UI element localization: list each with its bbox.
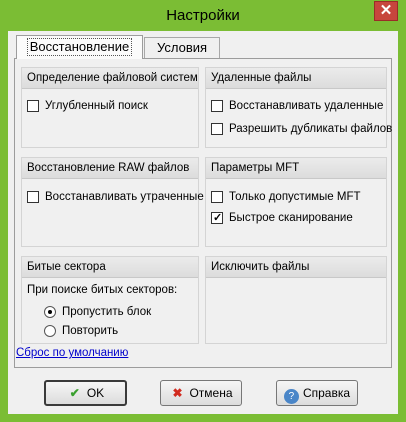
checkbox-box[interactable] [27,191,39,203]
checkbox-label: Быстрое сканирование [229,212,353,224]
group-filesystem: Определение файловой системы Углубленный… [21,67,199,148]
close-icon: ✕ [379,2,393,19]
group-raw-title: Восстановление RAW файлов [22,158,198,179]
reset-defaults-link[interactable]: Сброс по умолчанию [16,347,128,359]
help-button[interactable]: ? Справка [276,380,358,406]
help-button-label: Справка [302,386,351,400]
group-mft-title: Параметры MFT [206,158,386,179]
group-exclude-title: Исключить файлы [206,257,386,278]
recovery-tab-panel: Определение файловой системы Углубленный… [14,58,392,368]
checkmark-icon: ✔ [69,386,80,400]
cross-icon: ✖ [172,386,183,400]
settings-window: Настройки ✕ Восстановление Условия Опред… [0,0,406,422]
tab-conditions-label: Условия [156,40,208,55]
checkbox-label: Восстанавливать утраченные [45,191,204,203]
radio-label: Пропустить блок [62,306,152,318]
checkbox-box[interactable] [211,100,223,112]
tab-recovery-label: Восстановление [26,38,133,56]
cancel-button[interactable]: ✖ Отмена [160,380,242,406]
title-bar[interactable]: Настройки ✕ [0,0,406,32]
checkbox-box[interactable] [27,100,39,112]
cancel-button-label: Отмена [189,386,233,400]
ok-button-label: OK [86,386,105,400]
radio-selected-icon[interactable] [44,306,56,318]
group-deleted-files: Удаленные файлы Восстанавливать удаленны… [205,67,392,148]
tab-conditions[interactable]: Условия [144,37,220,58]
bad-sectors-prompt: При поиске битых секторов: [27,284,178,296]
group-bad-title: Битые сектора [22,257,198,278]
checkbox-box[interactable] [211,191,223,203]
group-raw-recovery: Восстановление RAW файлов Восстанавливат… [21,157,204,247]
close-button[interactable]: ✕ [374,1,398,21]
checkbox-label: Разрешить дубликаты файлов [229,123,393,135]
checkmark-icon[interactable] [211,210,223,226]
group-mft-params: Параметры MFT Только допустимые MFT Быст… [205,157,387,247]
checkbox-label: Восстанавливать удаленные [229,100,384,112]
group-exclude-files: Исключить файлы [205,256,387,344]
checkbox-label: Углубленный поиск [45,100,148,112]
window-title: Настройки [166,7,240,24]
group-deleted-title: Удаленные файлы [206,68,386,89]
tab-recovery[interactable]: Восстановление [16,35,143,59]
group-filesystem-title: Определение файловой системы [22,68,198,89]
ok-button[interactable]: ✔ OK [44,380,127,406]
checkbox-label: Только допустимые MFT [229,191,361,203]
dialog-client-area: Восстановление Условия Определение файло… [8,31,398,414]
checkbox-box[interactable] [211,123,223,135]
help-icon: ? [283,389,299,404]
radio-icon[interactable] [44,325,56,337]
group-bad-sectors: Битые сектора При поиске битых секторов:… [21,256,199,344]
radio-label: Повторить [62,325,119,337]
